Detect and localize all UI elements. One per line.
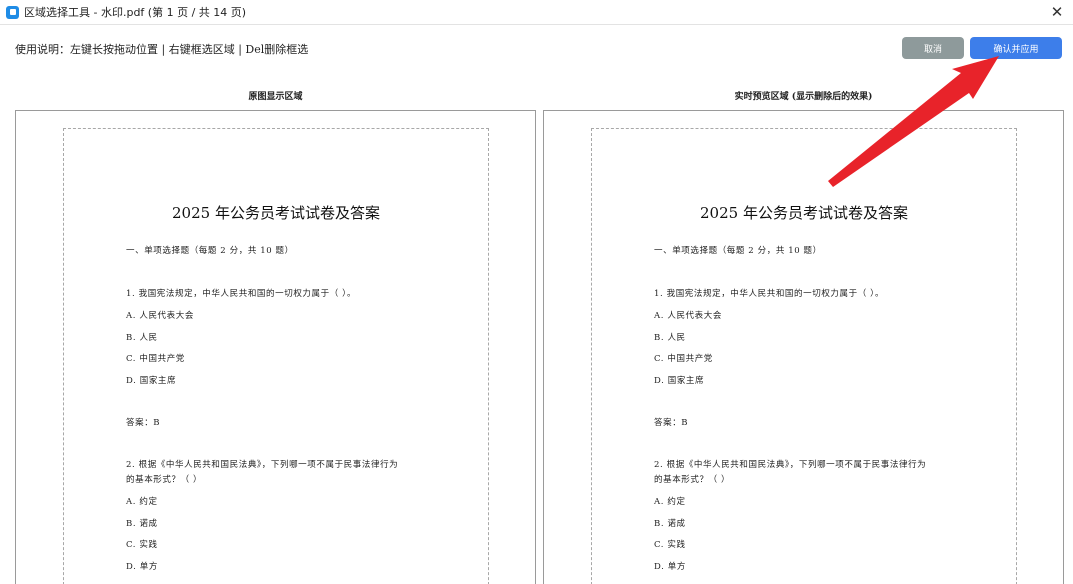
usage-instructions: 使用说明：左键长按拖动位置 | 右键框选区域 | Del删除框选	[15, 43, 309, 56]
original-panel-title: 原图显示区域	[248, 92, 303, 102]
close-icon[interactable]: ✕	[1047, 2, 1067, 22]
confirm-apply-button[interactable]: 确认并应用	[970, 37, 1062, 59]
option-d: D. 单方	[126, 562, 158, 572]
window-title: 区域选择工具 - 水印.pdf (第 1 页 / 共 14 页)	[24, 6, 247, 19]
option-d: D. 国家主席	[126, 376, 177, 386]
option-b: B. 诺成	[654, 519, 686, 529]
option-c: C. 实践	[126, 540, 158, 550]
option-c: C. 中国共产党	[654, 354, 713, 364]
section-heading: 一、单项选择题（每题 2 分，共 10 题）	[654, 246, 822, 256]
option-c: C. 中国共产党	[126, 354, 185, 364]
section-heading: 一、单项选择题（每题 2 分，共 10 题）	[126, 246, 294, 256]
answer-1: 答案：B	[126, 418, 161, 428]
option-a: A. 人民代表大会	[654, 311, 722, 321]
region-select-window: 区域选择工具 - 水印.pdf (第 1 页 / 共 14 页) ✕ 使用说明：…	[0, 0, 1073, 584]
question-2-cont: 的基本形式？（ ）	[654, 475, 731, 485]
question-1: 1. 我国宪法规定，中华人民共和国的一切权力属于（ ）。	[654, 289, 885, 299]
cancel-button[interactable]: 取消	[902, 37, 964, 59]
pdf-page-original[interactable]: 2025 年公务员考试试卷及答案 一、单项选择题（每题 2 分，共 10 题） …	[63, 128, 489, 584]
preview-panel-title: 实时预览区域 (显示删除后的效果)	[734, 92, 873, 102]
document-title: 2025 年公务员考试试卷及答案	[700, 204, 908, 222]
question-2-cont: 的基本形式？（ ）	[126, 475, 203, 485]
option-b: B. 人民	[126, 333, 158, 343]
option-b: B. 诺成	[126, 519, 158, 529]
question-2: 2. 根据《中华人民共和国民法典》，下列哪一项不属于民事法律行为	[126, 460, 399, 470]
document-title: 2025 年公务员考试试卷及答案	[172, 204, 380, 222]
preview-view-panel: 2025 年公务员考试试卷及答案 一、单项选择题（每题 2 分，共 10 题） …	[543, 110, 1064, 584]
option-d: D. 单方	[654, 562, 686, 572]
question-2: 2. 根据《中华人民共和国民法典》，下列哪一项不属于民事法律行为	[654, 460, 927, 470]
answer-1: 答案：B	[654, 418, 689, 428]
title-bar: 区域选择工具 - 水印.pdf (第 1 页 / 共 14 页) ✕	[0, 0, 1073, 25]
original-view-panel[interactable]: 2025 年公务员考试试卷及答案 一、单项选择题（每题 2 分，共 10 题） …	[15, 110, 536, 584]
question-1: 1. 我国宪法规定，中华人民共和国的一切权力属于（ ）。	[126, 289, 357, 299]
pdf-page-preview: 2025 年公务员考试试卷及答案 一、单项选择题（每题 2 分，共 10 题） …	[591, 128, 1017, 584]
option-c: C. 实践	[654, 540, 686, 550]
option-a: A. 约定	[126, 497, 158, 507]
option-a: A. 约定	[654, 497, 686, 507]
option-b: B. 人民	[654, 333, 686, 343]
option-d: D. 国家主席	[654, 376, 705, 386]
app-icon	[6, 5, 19, 19]
option-a: A. 人民代表大会	[126, 311, 194, 321]
